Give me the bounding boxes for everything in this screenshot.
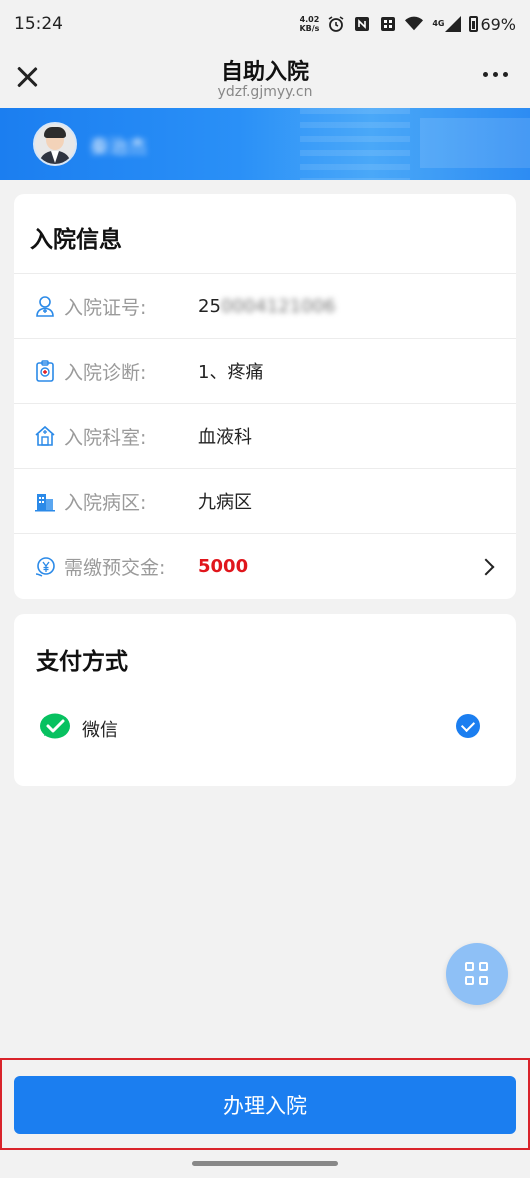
avatar [33, 122, 77, 166]
admission-diagnosis-row: 入院诊断: 1、疼痛 [14, 338, 516, 403]
grid-menu-button[interactable] [446, 943, 508, 1005]
admission-ward-value: 九病区 [198, 492, 252, 513]
title-bar: 自助入院 ydzf.gjmyy.cn [0, 48, 530, 108]
sim-icon [379, 15, 397, 33]
admission-ward-label: 入院病区: [64, 491, 147, 514]
admission-number-row: 入院证号: 250004121006 [14, 273, 516, 338]
admission-submit-button[interactable]: 办理入院 [14, 1076, 516, 1134]
admission-ward-row: 入院病区: 九病区 [14, 468, 516, 533]
masked-number: 0004121006 [220, 295, 336, 317]
admission-info-card: 入院信息 入院证号: 250004121006 入院诊断: 1、疼痛 入院科室:… [14, 194, 516, 599]
banner-decoration [420, 118, 530, 168]
more-options-icon[interactable] [483, 72, 508, 77]
admission-number-value: 250004121006 [198, 295, 336, 317]
admission-department-label: 入院科室: [64, 426, 147, 449]
page-url: ydzf.gjmyy.cn [217, 84, 313, 100]
chevron-right-icon[interactable] [477, 558, 495, 575]
wifi-icon [405, 15, 424, 33]
admission-info-title: 入院信息 [30, 227, 122, 253]
building-icon [34, 490, 56, 512]
payment-option-wechat[interactable]: 微信 [14, 710, 516, 750]
checkmark-selected-icon[interactable] [456, 714, 480, 738]
deposit-amount: 5000 [198, 556, 249, 577]
user-name: 秦治杰 [90, 136, 148, 158]
status-icons: 4.02 KB/s 4G 69% [299, 15, 516, 34]
hospital-icon [34, 425, 56, 447]
battery-indicator: 69% [469, 15, 516, 34]
alarm-icon [327, 15, 345, 33]
payment-method-card: 支付方式 微信 [14, 614, 516, 786]
admission-department-value: 血液科 [198, 427, 252, 448]
medical-record-icon [34, 360, 56, 382]
page-title: 自助入院 [220, 60, 309, 85]
user-banner: 秦治杰 [0, 108, 530, 180]
admission-number-label: 入院证号: [64, 296, 147, 319]
deposit-label: 需缴预交金: [64, 557, 166, 579]
deposit-row[interactable]: 需缴预交金: 5000 [14, 533, 516, 599]
status-time: 15:24 [14, 14, 63, 34]
status-bar: 15:24 4.02 KB/s 4G 69% [0, 0, 530, 48]
admission-diagnosis-value: 1、疼痛 [198, 362, 264, 383]
admission-department-row: 入院科室: 血液科 [14, 403, 516, 468]
yuan-icon [34, 556, 56, 578]
payment-method-title: 支付方式 [36, 649, 128, 675]
wechat-pay-label: 微信 [82, 720, 118, 741]
battery-icon [469, 16, 479, 32]
cellular-signal-icon: 4G [431, 15, 461, 33]
banner-decoration [300, 108, 410, 180]
wechat-icon [39, 712, 73, 742]
network-speed: 4.02 KB/s [299, 15, 320, 33]
nfc-icon [353, 15, 371, 33]
admission-diagnosis-label: 入院诊断: [64, 361, 147, 384]
home-indicator[interactable] [192, 1161, 338, 1166]
doctor-icon [34, 295, 56, 317]
